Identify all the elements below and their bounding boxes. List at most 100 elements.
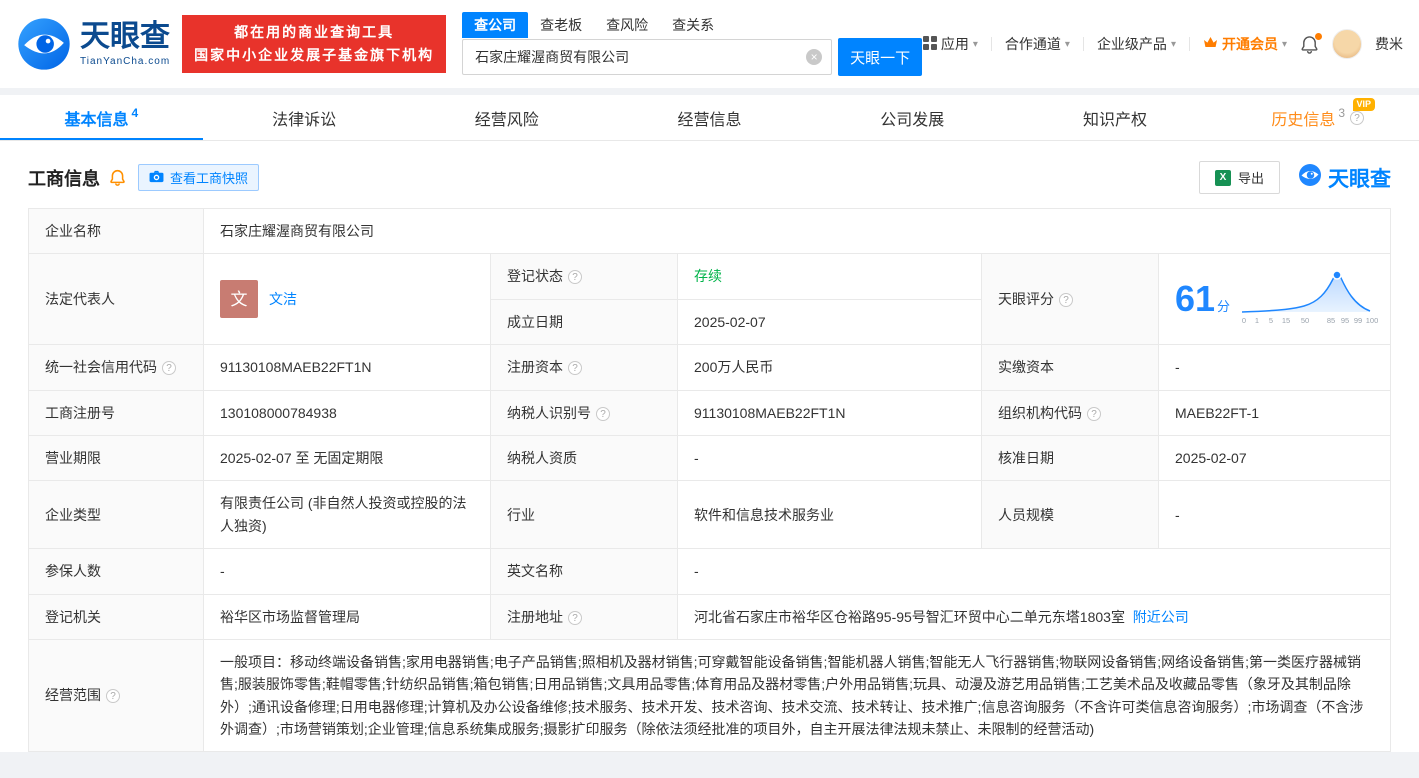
business-info-table: 企业名称 石家庄耀渥商贸有限公司 法定代表人 文 文洁 登记状态? 存续 天眼评… <box>28 207 1391 753</box>
help-icon[interactable]: ? <box>1059 293 1073 308</box>
tianyancha-watermark: 天眼查 <box>1298 163 1391 193</box>
legal-rep-cell: 文 文洁 <box>203 253 491 346</box>
help-icon[interactable]: ? <box>1350 110 1365 125</box>
tab-basic-info-label: 基本信息 <box>64 111 129 129</box>
main-content: 工商信息 查看工商快照 X 导出 天眼查 企业名称 石家庄耀渥商贸有限公司 法定… <box>0 141 1419 753</box>
help-icon[interactable]: ? <box>568 361 582 376</box>
bottom-strip <box>0 752 1419 763</box>
table-row: 企业类型 有限责任公司 (非自然人投资或控股的法人独资) 行业 软件和信息技术服… <box>28 480 1391 550</box>
help-icon[interactable]: ? <box>106 689 120 704</box>
search-tab-relation[interactable]: 查关系 <box>660 12 726 38</box>
svg-text:85: 85 <box>1327 316 1335 325</box>
nav-partners-label: 合作通道 <box>1004 36 1061 52</box>
nav-enterprise-label: 企业级产品 <box>1096 36 1167 52</box>
tab-intellectual-property[interactable]: 知识产权 <box>1014 95 1217 140</box>
legal-rep-avatar[interactable]: 文 <box>220 280 258 319</box>
help-icon[interactable]: ? <box>162 361 176 376</box>
field-label: 登记状态? <box>490 253 678 300</box>
search-area: 查公司 查老板 查风险 查关系 × 天眼一下 <box>462 12 923 76</box>
tab-company-development[interactable]: 公司发展 <box>811 95 1014 140</box>
table-row: 参保人数 - 英文名称 - <box>28 548 1391 595</box>
legal-rep-link[interactable]: 文洁 <box>269 288 297 310</box>
user-avatar[interactable] <box>1332 29 1362 59</box>
export-button-label: 导出 <box>1237 171 1264 186</box>
field-label: 英文名称 <box>490 548 678 595</box>
svg-text:100: 100 <box>1366 316 1379 325</box>
tianyancha-logo[interactable]: 天眼查 TianYanCha.com <box>16 16 170 72</box>
subscribe-bell-icon[interactable] <box>109 169 126 186</box>
nav-divider <box>1082 37 1084 51</box>
search-input[interactable] <box>462 39 833 75</box>
svg-text:99: 99 <box>1354 316 1362 325</box>
notification-dot <box>1315 32 1322 40</box>
username[interactable]: 费米 <box>1375 34 1403 54</box>
logo-brand-text: 天眼查 <box>80 19 170 53</box>
score-cell: 61 分 0 1 5 15 50 85 95 99 100 <box>1158 253 1391 346</box>
field-label: 行业 <box>490 480 678 550</box>
chevron-down-icon: ▾ <box>972 38 978 50</box>
tab-operating-info[interactable]: 经营信息 <box>608 95 811 140</box>
tab-history-count: 3 <box>1338 105 1346 120</box>
field-label: 经营范围? <box>28 638 204 753</box>
field-label: 核准日期 <box>981 434 1159 482</box>
tab-legal-proceedings[interactable]: 法律诉讼 <box>203 95 406 140</box>
clear-search-icon[interactable]: × <box>806 49 823 65</box>
company-tab-bar: 基本信息 4 法律诉讼 经营风险 经营信息 公司发展 知识产权 VIP 历史信息… <box>0 95 1419 141</box>
chevron-down-icon: ▾ <box>1281 38 1287 50</box>
field-label: 天眼评分? <box>981 253 1159 346</box>
help-icon[interactable]: ? <box>568 610 582 625</box>
tab-basic-info[interactable]: 基本信息 4 <box>0 95 203 140</box>
search-tab-risk[interactable]: 查风险 <box>594 12 660 38</box>
credit-code-value: 91130108MAEB22FT1N <box>203 344 491 391</box>
search-tab-company[interactable]: 查公司 <box>462 12 529 38</box>
taxpayer-id-value: 91130108MAEB22FT1N <box>677 389 982 436</box>
tab-operating-risk[interactable]: 经营风险 <box>405 95 608 140</box>
table-row: 经营范围? 一般项目：移动终端设备销售;家用电器销售;电子产品销售;照相机及器材… <box>28 638 1391 753</box>
top-nav: 应用 ▾ 合作通道 ▾ 企业级产品 ▾ 开通会员 ▾ 费米 <box>922 29 1403 59</box>
camera-icon <box>149 170 164 186</box>
nav-divider <box>1188 37 1190 51</box>
snapshot-button[interactable]: 查看工商快照 <box>138 164 260 191</box>
insured-count-value: - <box>203 548 491 595</box>
nav-apps[interactable]: 应用 ▾ <box>922 34 978 54</box>
nearby-companies-link[interactable]: 附近公司 <box>1133 609 1189 625</box>
company-type-value: 有限责任公司 (非自然人投资或控股的法人独资) <box>203 480 491 550</box>
tab-history-info[interactable]: VIP 历史信息 3 ? <box>1216 95 1419 140</box>
search-button[interactable]: 天眼一下 <box>838 38 923 76</box>
slogan-line2: 国家中小企业发展子基金旗下机构 <box>194 47 435 63</box>
business-info-header: 工商信息 查看工商快照 X 导出 天眼查 <box>28 161 1391 194</box>
nav-enterprise[interactable]: 企业级产品 ▾ <box>1097 34 1176 54</box>
svg-text:1: 1 <box>1255 316 1259 325</box>
crown-icon <box>1203 36 1218 52</box>
logo-domain-text: TianYanCha.com <box>80 55 171 67</box>
org-code-value: MAEB22FT-1 <box>1158 389 1391 436</box>
help-icon[interactable]: ? <box>596 406 610 421</box>
field-label: 企业名称 <box>28 207 204 255</box>
reg-authority-value: 裕华区市场监督管理局 <box>203 593 491 640</box>
watermark-text: 天眼查 <box>1328 167 1391 191</box>
field-label: 纳税人识别号? <box>490 389 678 436</box>
table-row: 法定代表人 文 文洁 登记状态? 存续 天眼评分? 61 分 0 1 5 15 … <box>28 253 1391 346</box>
field-label: 实缴资本 <box>981 344 1159 391</box>
reg-capital-value: 200万人民币 <box>677 344 982 391</box>
nav-open-vip[interactable]: 开通会员 ▾ <box>1203 34 1287 54</box>
score-distribution-chart: 0 1 5 15 50 85 95 99 100 <box>1238 266 1380 332</box>
business-term-value: 2025-02-07 至 无固定期限 <box>203 434 491 482</box>
english-name-value: - <box>677 548 1391 595</box>
search-tab-boss[interactable]: 查老板 <box>528 12 594 38</box>
table-row: 工商注册号 130108000784938 纳税人识别号? 91130108MA… <box>28 389 1391 436</box>
section-title: 工商信息 <box>28 168 100 189</box>
field-label: 登记机关 <box>28 593 204 640</box>
vip-badge: VIP <box>1352 98 1376 111</box>
field-label: 注册地址? <box>490 593 678 640</box>
help-icon[interactable]: ? <box>1087 406 1101 421</box>
chevron-down-icon: ▾ <box>1064 38 1070 50</box>
export-button[interactable]: X 导出 <box>1198 161 1280 194</box>
notification-bell-icon[interactable] <box>1300 32 1322 54</box>
nav-partners[interactable]: 合作通道 ▾ <box>1005 34 1070 54</box>
field-label: 营业期限 <box>28 434 204 482</box>
svg-text:0: 0 <box>1242 316 1246 325</box>
help-icon[interactable]: ? <box>568 270 582 285</box>
svg-text:50: 50 <box>1301 316 1309 325</box>
field-label: 成立日期 <box>490 298 678 346</box>
